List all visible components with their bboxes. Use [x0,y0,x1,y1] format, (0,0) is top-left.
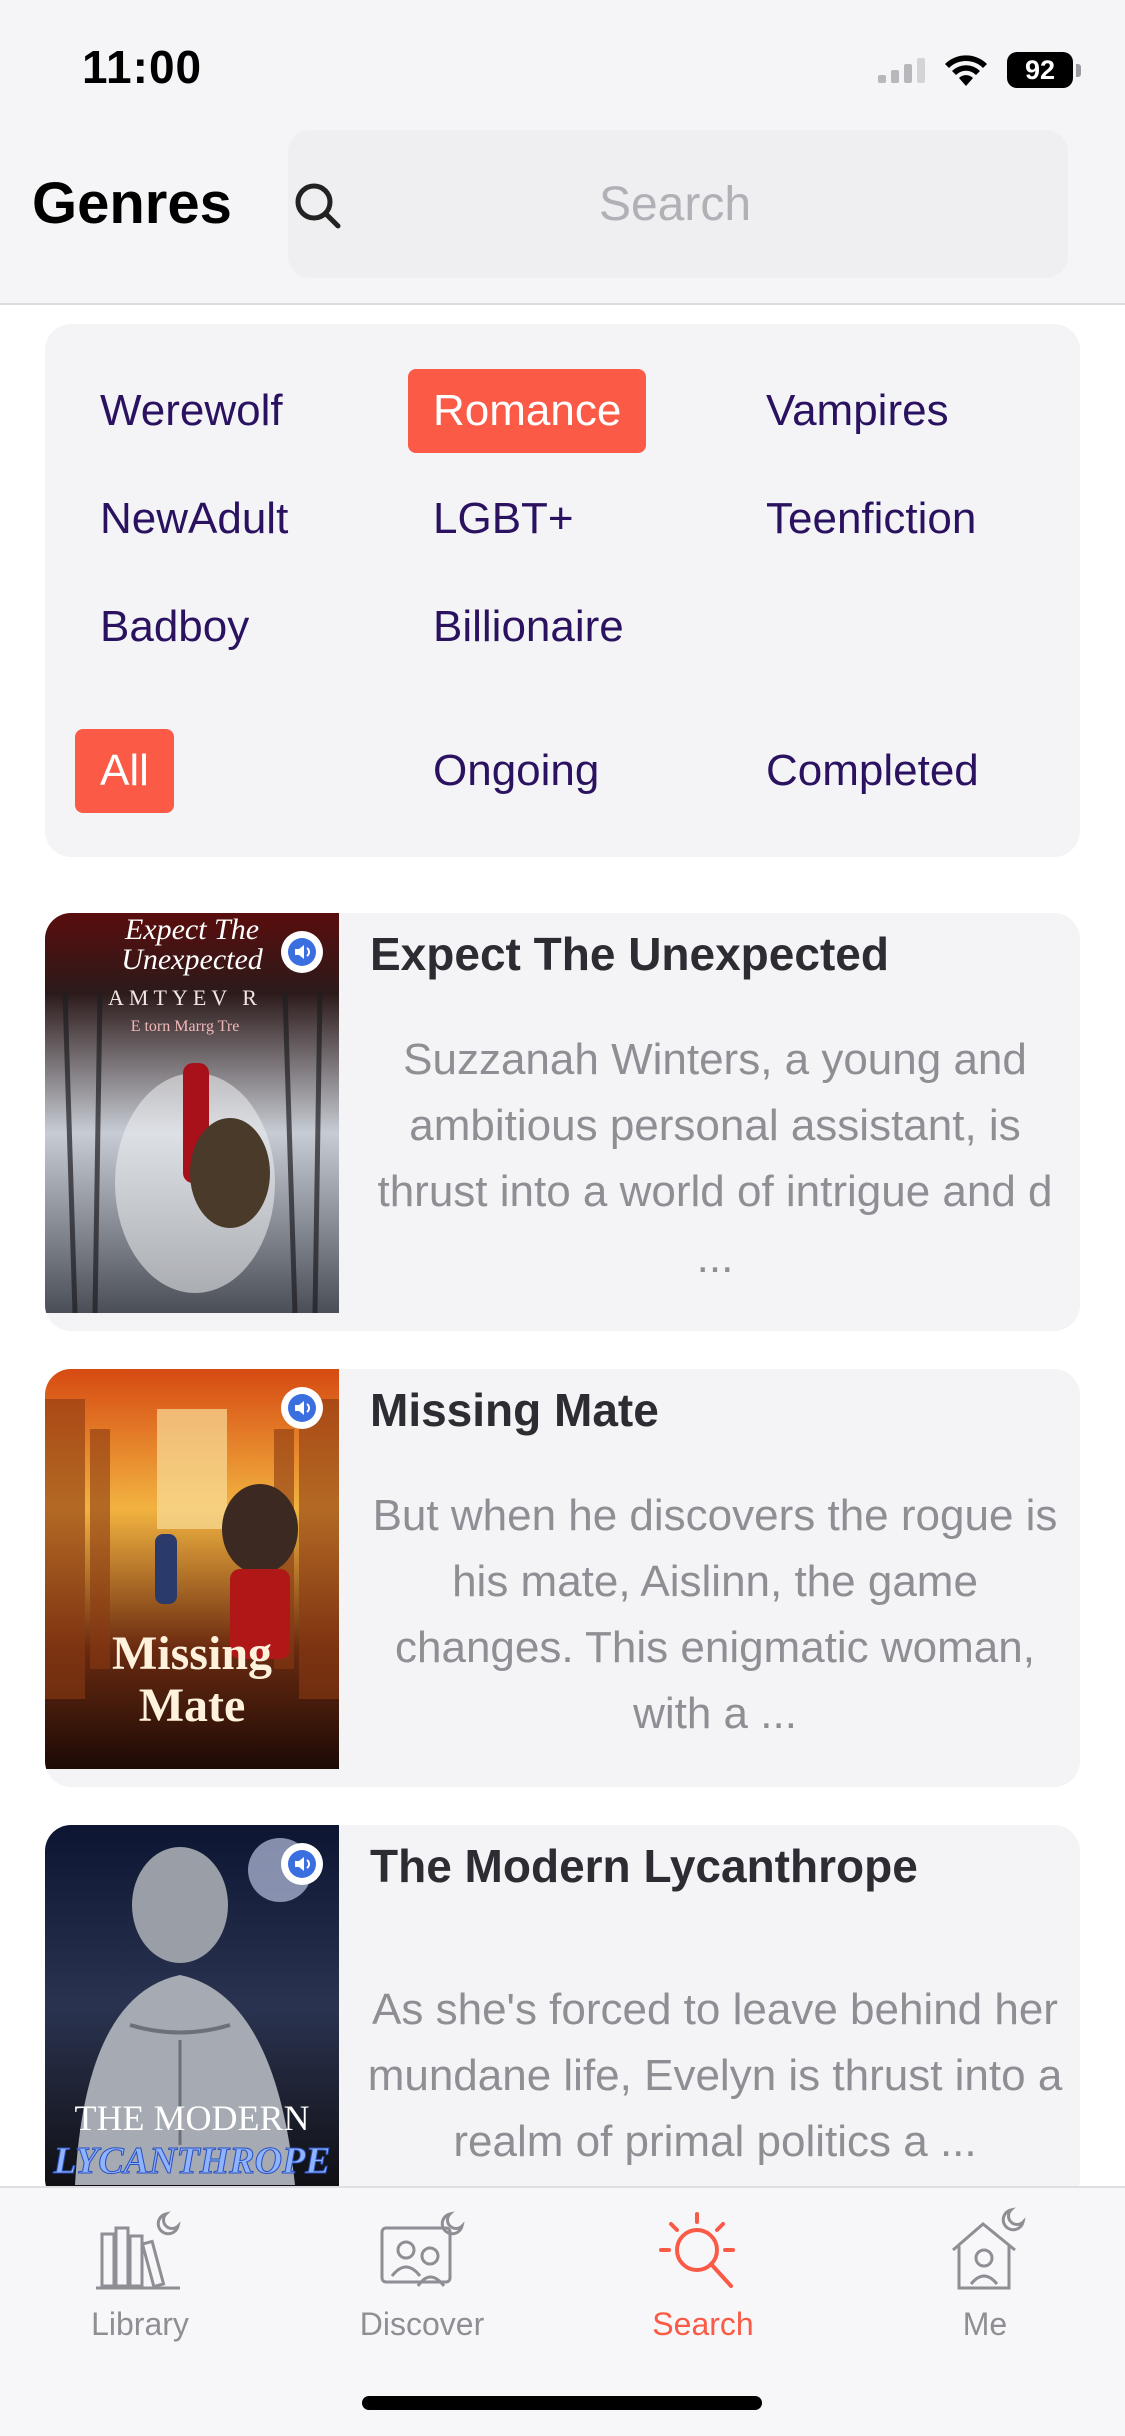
tab-label: Search [652,2306,754,2342]
page-title: Genres [32,171,232,236]
genre-chip-teenfiction[interactable]: Teenfiction [741,477,1001,561]
cover-title-line: LYCANTHROPE [52,2140,330,2182]
genre-filter-panel: Werewolf Romance Vampires NewAdult LGBT+… [45,324,1080,857]
cover-title-line: Mate [139,1679,246,1732]
cover-title-line: Unexpected [121,943,264,976]
search-icon [295,183,341,229]
status-filter-ongoing[interactable]: Ongoing [408,729,624,813]
book-card[interactable]: THE MODERN LYCANTHROPE The Modern Lycant… [45,1825,1080,2205]
genre-chip-newadult[interactable]: NewAdult [75,477,313,561]
home-icon [952,2207,1026,2290]
status-time: 11:00 [82,41,203,93]
book-cover-art: Missing Mate [45,1369,339,1769]
cellular-signal-icon [878,57,925,83]
wifi-icon [945,55,987,86]
status-indicators: 92 [878,48,1081,92]
discover-icon [380,2211,465,2287]
cover-author: AMTYEV R [108,985,262,1010]
status-filter-all[interactable]: All [75,729,174,813]
book-description: But when he discovers the rogue is his m… [372,1491,1058,1738]
header: Genres [0,130,1125,305]
audio-icon [281,1843,323,1885]
status-bar: 11:00 92 [0,0,1125,130]
tab-label: Discover [359,2306,485,2342]
book-description: As she's forced to leave behind her mund… [367,1985,1063,2166]
cover-subtitle: E torn Marrg Tre [131,1018,240,1035]
cover-title-line: THE MODERN [75,2098,310,2138]
genre-chip-billionaire[interactable]: Billionaire [408,585,649,669]
book-cover: Missing Mate [45,1369,339,1769]
tab-label: Me [962,2306,1008,2342]
book-title: Expect The Unexpected [370,928,889,980]
genre-chip-badboy[interactable]: Badboy [75,585,274,669]
book-description: Suzzanah Winters, a young and ambitious … [377,1035,1053,1282]
genre-chip-werewolf[interactable]: Werewolf [75,369,308,453]
book-cover-art: Expect The Unexpected AMTYEV R E torn Ma… [45,913,339,1313]
tab-library[interactable]: Library [40,2206,240,2343]
tab-discover[interactable]: Discover [322,2206,522,2343]
book-card[interactable]: Missing Mate Missing Mate But when he di… [45,1369,1080,1787]
search-input[interactable] [350,130,1000,278]
home-indicator[interactable] [362,2396,762,2410]
tab-me[interactable]: Me [885,2206,1085,2343]
cover-title-line: Missing [112,1627,272,1680]
status-filter-completed[interactable]: Completed [741,729,1004,813]
book-cover: Expect The Unexpected AMTYEV R E torn Ma… [45,913,339,1313]
audio-icon [281,1387,323,1429]
genre-chip-vampires[interactable]: Vampires [741,369,974,453]
book-cover: THE MODERN LYCANTHROPE [45,1825,339,2187]
genre-chip-romance[interactable]: Romance [408,369,647,453]
book-title: Missing Mate [370,1384,659,1436]
tab-search[interactable]: Search [603,2206,803,2343]
audio-icon [281,931,323,973]
book-title: The Modern Lycanthrope [370,1840,918,1892]
book-card[interactable]: Expect The Unexpected AMTYEV R E torn Ma… [45,913,1080,1331]
library-icon [96,2211,181,2290]
tab-label: Library [91,2306,189,2342]
search-icon [659,2212,735,2288]
cover-title-line: Expect The [124,913,259,946]
battery-level: 92 [1007,52,1073,88]
battery-icon: 92 [1007,52,1081,88]
genre-chip-lgbt[interactable]: LGBT+ [408,477,599,561]
